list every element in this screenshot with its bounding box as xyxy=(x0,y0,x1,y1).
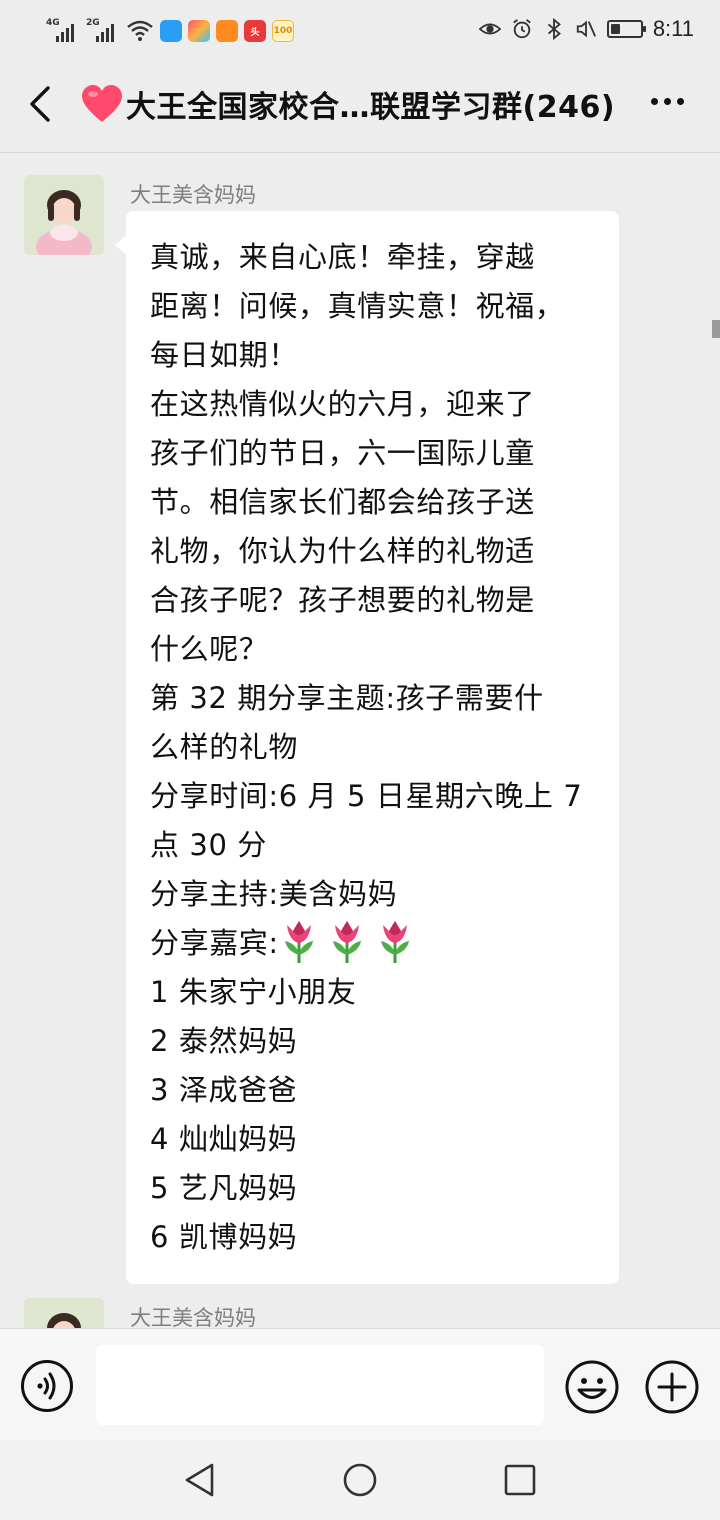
signal-icon-2: 2G xyxy=(86,18,120,42)
nav-home-icon[interactable] xyxy=(342,1462,378,1498)
avatar[interactable] xyxy=(24,175,104,255)
message-line-guests: 分享嘉宾: xyxy=(150,919,595,968)
message-line: 分享主持:美含妈妈 xyxy=(150,877,398,911)
avatar[interactable] xyxy=(24,1298,104,1328)
message-line: 分享时间:6 月 5 日星期六晚上 7 xyxy=(150,779,583,813)
message-line-text: 分享嘉宾: xyxy=(150,926,279,960)
message-line: 3 泽成爸爸 xyxy=(150,1073,298,1107)
message-line: 什么呢？ xyxy=(150,632,269,666)
tulip-icon xyxy=(380,921,409,963)
message-line: 合孩子呢？孩子想要的礼物是 xyxy=(150,583,535,617)
chat-title-wrap: 大王全国家校合…联盟学习群(246) xyxy=(80,82,615,126)
app-notification-icon xyxy=(160,20,182,42)
message-input[interactable] xyxy=(96,1345,544,1425)
message-line: 每日如期！ xyxy=(150,338,299,372)
status-right: 8:11 xyxy=(478,14,694,44)
message-line: 在这热情似火的六月，迎来了 xyxy=(150,387,535,421)
chat-title: 大王全国家校合…联盟学习群(246) xyxy=(126,90,616,125)
message-line: 真诚，来自心底！牵挂，穿越 xyxy=(150,240,535,274)
message-line: 5 艺凡妈妈 xyxy=(150,1171,298,1205)
bluetooth-icon xyxy=(547,18,561,40)
message-bubble[interactable]: 真诚，来自心底！牵挂，穿越 距离！问候，真情实意！祝福， 每日如期！ 在这热情似… xyxy=(115,211,619,1284)
avatar-image xyxy=(24,1298,104,1328)
mute-icon xyxy=(576,20,596,38)
back-arrow-icon[interactable] xyxy=(22,82,58,126)
battery-icon xyxy=(606,20,646,38)
nav-recent-icon[interactable] xyxy=(502,1462,538,1498)
sender-name: 大王美含妈妈 xyxy=(130,1306,256,1328)
alarm-icon xyxy=(513,19,531,39)
voice-icon[interactable] xyxy=(20,1359,74,1413)
message-line: 4 灿灿妈妈 xyxy=(150,1122,298,1156)
eye-icon xyxy=(478,23,501,35)
message-line: 距离！问候，真情实意！祝福， xyxy=(150,289,565,323)
wifi-icon xyxy=(127,20,153,41)
app-100-icon: 100 xyxy=(272,20,294,42)
heart-icon xyxy=(82,85,122,122)
chat-area[interactable]: 大王美含妈妈 真诚，来自心底！牵挂，穿越 距离！问候，真情实意！祝福， 每日如期… xyxy=(0,153,720,1328)
video-app-icon xyxy=(188,20,210,42)
tulip-icon xyxy=(332,921,361,963)
plus-icon[interactable] xyxy=(644,1359,700,1415)
emoji-icon[interactable] xyxy=(564,1359,620,1415)
input-bar xyxy=(0,1328,720,1440)
message-line: 礼物，你认为什么样的礼物适 xyxy=(150,534,535,568)
status-bar: 4G 2G 头 100 8:11 xyxy=(0,0,720,56)
sender-name: 大王美含妈妈 xyxy=(130,183,256,207)
message-line: 节。相信家长们都会给孩子送 xyxy=(150,485,535,519)
nav-back-icon[interactable] xyxy=(182,1462,218,1498)
message-line: 么样的礼物 xyxy=(150,730,299,764)
toutiao-app-icon: 头 xyxy=(244,20,266,42)
message-line: 6 凯博妈妈 xyxy=(150,1220,298,1254)
battery-level xyxy=(610,24,621,34)
tulip-icon xyxy=(284,921,313,963)
message-line: 2 泰然妈妈 xyxy=(150,1024,298,1058)
weibo-app-icon xyxy=(216,20,238,42)
avatar-image xyxy=(24,175,104,255)
more-dots-icon[interactable] xyxy=(651,98,684,105)
system-nav-bar xyxy=(0,1440,720,1520)
message-line: 1 朱家宁小朋友 xyxy=(150,975,357,1009)
message-line: 第 32 期分享主题:孩子需要什 xyxy=(150,681,544,715)
signal-icon-1: 4G xyxy=(46,18,80,42)
scrollbar-thumb[interactable] xyxy=(712,320,720,338)
message-line: 孩子们的节日，六一国际儿童 xyxy=(150,436,535,470)
chat-header: 大王全国家校合…联盟学习群(246) xyxy=(0,56,720,153)
status-left: 4G 2G 头 100 xyxy=(46,14,294,42)
clock: 8:11 xyxy=(652,16,694,41)
message-line: 点 30 分 xyxy=(150,828,267,862)
